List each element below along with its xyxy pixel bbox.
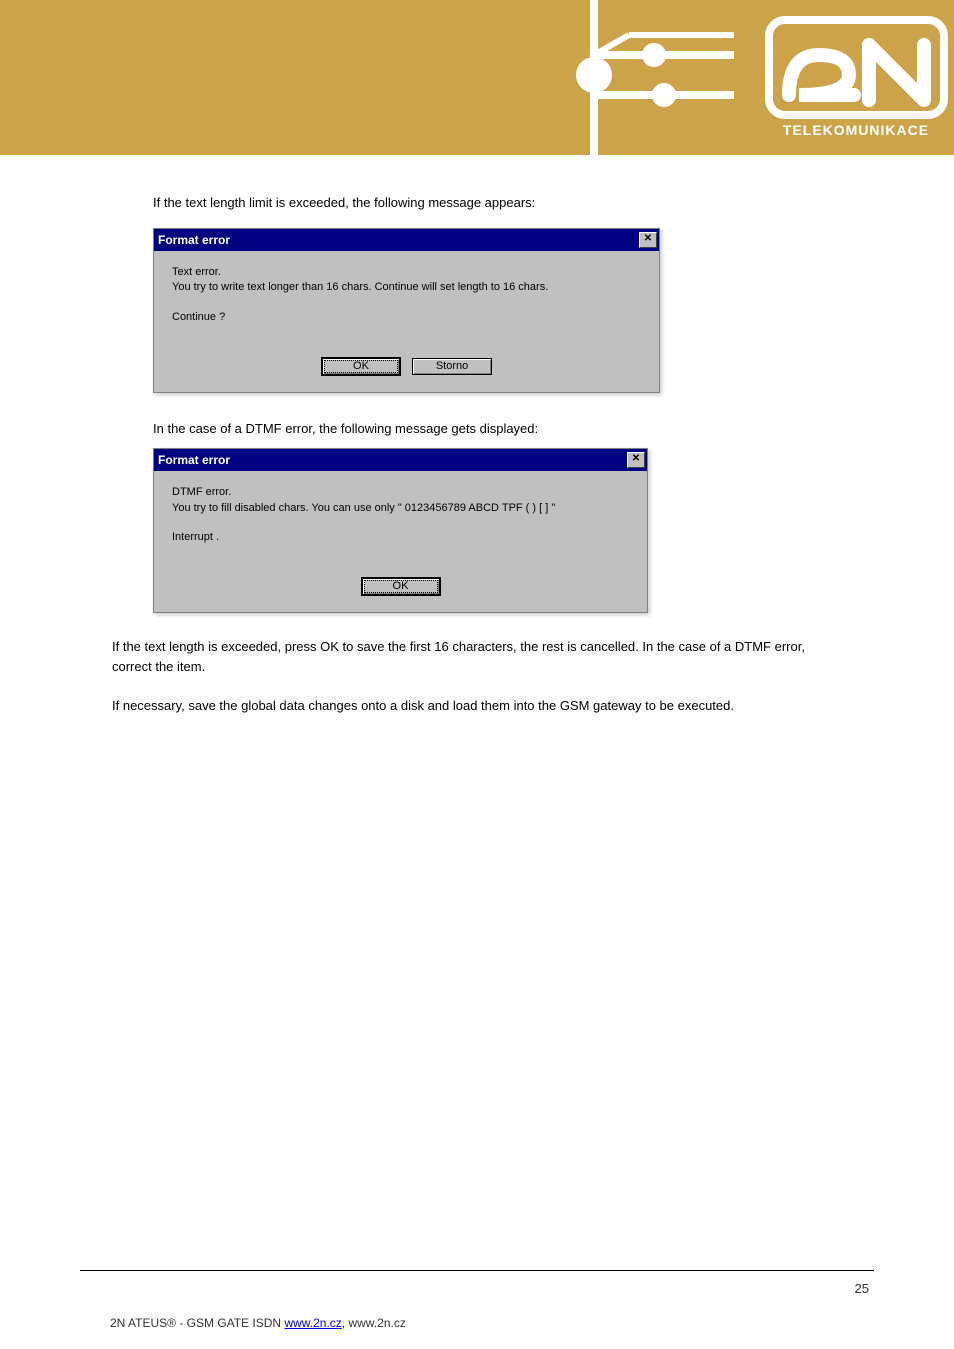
close-icon[interactable]: ✕ xyxy=(639,232,657,248)
dialog1-titlebar[interactable]: Format error ✕ xyxy=(154,229,659,251)
content: If the text length limit is exceeded, th… xyxy=(0,155,954,716)
dialog2-title: Format error xyxy=(158,453,230,467)
page-number: 25 xyxy=(0,1281,869,1296)
dialog1-body: Text error. You try to write text longer… xyxy=(154,251,659,357)
close-icon[interactable]: ✕ xyxy=(627,452,645,468)
below-paragraph-2: If necessary, save the global data chang… xyxy=(112,696,844,716)
dialog1-line3: Continue ? xyxy=(172,310,645,325)
footer-link[interactable]: www.2n.cz xyxy=(284,1316,341,1330)
dialog1-title: Format error xyxy=(158,233,230,247)
footer-domain: www.2n.cz xyxy=(348,1316,405,1330)
header-banner: TELEKOMUNIKACE xyxy=(0,0,954,155)
intro-text: If the text length limit is exceeded, th… xyxy=(153,195,954,210)
mid-text: In the case of a DTMF error, the followi… xyxy=(153,421,954,436)
format-error-dialog-2: Format error ✕ DTMF error. You try to fi… xyxy=(153,448,648,613)
footer: 25 2N ATEUS® - GSM GATE ISDN www.2n.cz, … xyxy=(0,1270,954,1330)
footer-divider xyxy=(80,1270,874,1271)
dialog2-line1: DTMF error. xyxy=(172,485,633,500)
dialog1-line2: You try to write text longer than 16 cha… xyxy=(172,280,645,295)
dialog2-buttons: OK xyxy=(154,577,647,612)
dialog2-body: DTMF error. You try to fill disabled cha… xyxy=(154,471,647,577)
ok-button[interactable]: OK xyxy=(361,577,441,596)
dialog2-line2: You try to fill disabled chars. You can … xyxy=(172,501,633,516)
logo-area: TELEKOMUNIKACE xyxy=(554,0,954,155)
brand-text: TELEKOMUNIKACE xyxy=(783,122,929,138)
footer-copyright: 2N ATEUS® - GSM GATE ISDN www.2n.cz, www… xyxy=(110,1316,954,1330)
ok-button[interactable]: OK xyxy=(321,357,401,376)
footer-rest1: ® - GSM GATE ISDN xyxy=(167,1316,284,1330)
footer-brand: ATEUS xyxy=(128,1316,167,1330)
footer-company: 2N xyxy=(110,1316,128,1330)
cancel-button[interactable]: Storno xyxy=(412,358,492,375)
dialog2-line3: Interrupt . xyxy=(172,530,633,545)
dialog2-titlebar[interactable]: Format error ✕ xyxy=(154,449,647,471)
format-error-dialog-1: Format error ✕ Text error. You try to wr… xyxy=(153,228,660,393)
dialog1-buttons: OK Storno xyxy=(154,357,659,392)
below-paragraph-1: If the text length is exceeded, press OK… xyxy=(112,637,844,676)
dialog1-line1: Text error. xyxy=(172,265,645,280)
